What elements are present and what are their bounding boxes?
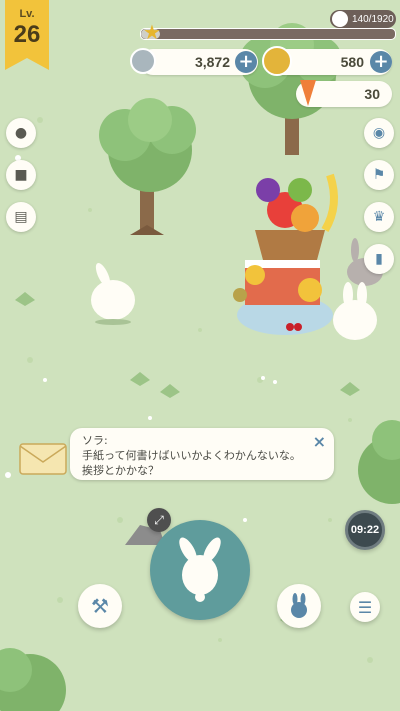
gold-coin-icon <box>262 46 292 76</box>
trophy-icon: ♛ <box>372 209 386 225</box>
rabbit-icon <box>291 593 307 618</box>
level-value: 26 <box>13 21 41 48</box>
box-button[interactable]: ■ <box>6 160 36 190</box>
menu-icon: ☰ <box>357 597 373 617</box>
camera-button[interactable]: ◉ <box>364 118 394 148</box>
letter-envelope[interactable] <box>18 440 68 476</box>
level-label: Lv. <box>19 8 35 20</box>
xp-counter: 140/1920 <box>330 10 396 28</box>
speaker-name: ソラ: <box>82 434 108 447</box>
star-icon: ★ <box>143 20 161 44</box>
level-badge[interactable]: Lv. 26 <box>5 0 49 70</box>
close-icon[interactable]: × <box>313 432 326 451</box>
build-button[interactable]: ⚒ <box>78 584 122 628</box>
camera-icon: ◉ <box>372 125 386 141</box>
timer[interactable]: 09:22 <box>345 510 385 550</box>
silver-coin-icon <box>130 48 156 74</box>
trophy-button[interactable]: ♛ <box>364 202 394 232</box>
newspaper-icon: ▤ <box>14 209 28 225</box>
expand-button[interactable]: ⤢ <box>147 508 171 532</box>
coins-value: 3,872 <box>194 54 230 70</box>
timer-text: 09:22 <box>350 524 380 536</box>
menu-button[interactable]: ☰ <box>350 592 380 622</box>
ranking-button[interactable]: ▮ <box>364 244 394 274</box>
carrot-icon <box>300 80 316 106</box>
rabbit-list-button[interactable] <box>277 584 321 628</box>
rabbit-main-button[interactable] <box>150 520 250 620</box>
news-button[interactable]: ▤ <box>6 202 36 232</box>
xp-bar <box>140 28 396 40</box>
xp-text: 140/1920 <box>352 13 394 25</box>
badge-icon: ● <box>14 125 28 141</box>
dialog-line-1: 手紙って何書けばいいかよくわかんないな。 <box>82 449 301 462</box>
flag-icon: ⚑ <box>372 167 386 183</box>
add-gold-button[interactable]: + <box>370 51 392 73</box>
hammer-icon: ⚒ <box>91 594 109 618</box>
box-icon: ■ <box>14 167 28 183</box>
add-coins-button[interactable]: + <box>235 51 257 73</box>
rabbit-silhouette-icon <box>179 537 221 602</box>
envelope-icon <box>19 443 67 475</box>
ranking-icon: ▮ <box>375 251 383 267</box>
gold-value: 580 <box>340 54 364 70</box>
expand-icon: ⤢ <box>154 512 164 527</box>
flag-button[interactable]: ⚑ <box>364 160 394 190</box>
dialog-line-2: 挨拶とかかな？ <box>82 464 159 477</box>
rabbit-head-icon <box>332 11 348 27</box>
game-field[interactable]: Lv. 26 ★ 140/1920 3,872 + 580 + 30 ● ■ ▤… <box>0 0 400 711</box>
carrot-value: 30 <box>364 86 380 102</box>
badge-button[interactable]: ● <box>6 118 36 148</box>
dialog-bubble: ソラ: 手紙って何書けばいいかよくわかんないな。 挨拶とかかな？ × <box>70 428 334 480</box>
